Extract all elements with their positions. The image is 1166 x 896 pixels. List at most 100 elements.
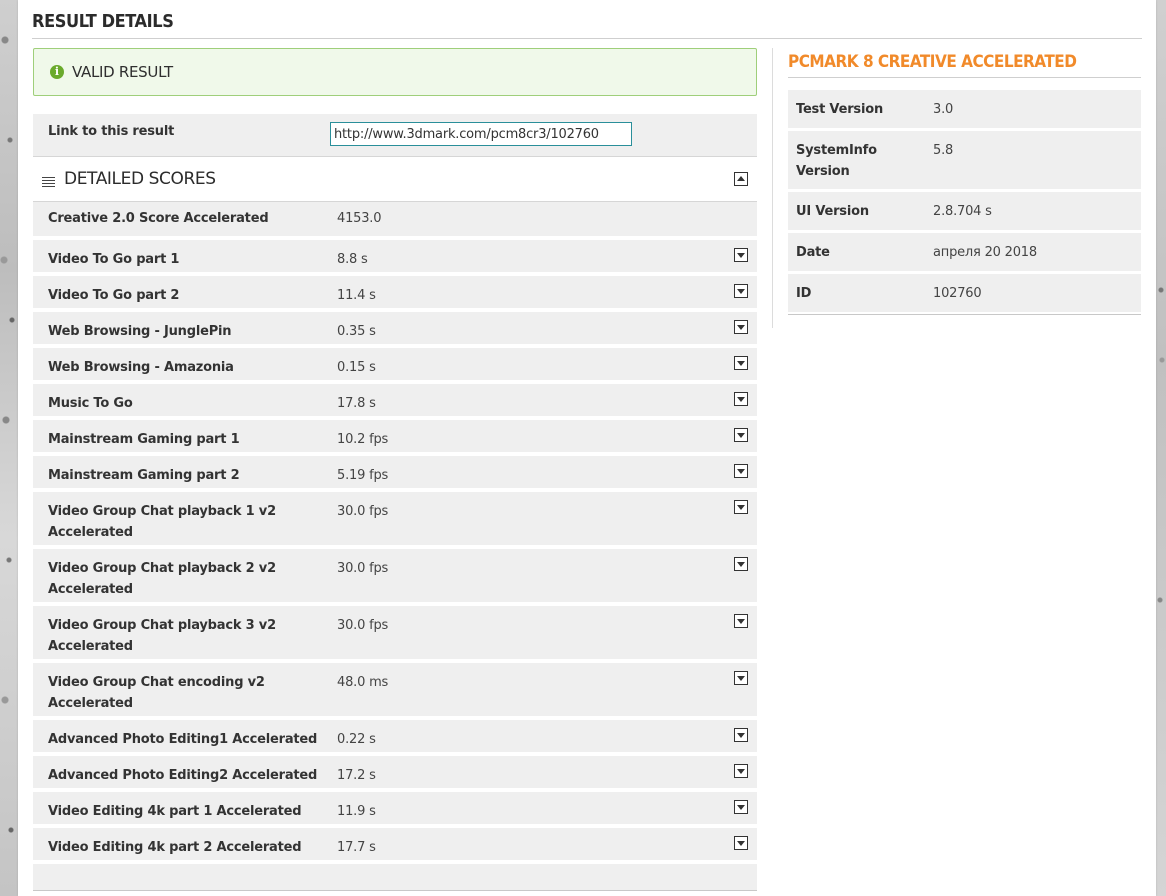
background-texture-right (1156, 0, 1166, 896)
page-title: RESULT DETAILS (32, 11, 174, 32)
detailed-scores-table: Creative 2.0 Score Accelerated 4153.0 Vi… (33, 202, 757, 891)
score-name: Video To Go part 2 (48, 288, 180, 303)
score-row: Web Browsing - JunglePin 0.35 s (33, 312, 757, 344)
info-value: 2.8.704 s (933, 204, 992, 219)
score-row: Mainstream Gaming part 1 10.2 fps (33, 420, 757, 452)
expand-arrow-down-icon[interactable] (734, 557, 748, 571)
score-value: 0.22 s (337, 732, 376, 747)
score-value: 10.2 fps (337, 432, 389, 447)
expand-arrow-down-icon[interactable] (734, 392, 748, 406)
expand-arrow-down-icon[interactable] (734, 836, 748, 850)
info-label: ID (796, 286, 812, 301)
list-icon (42, 177, 55, 187)
title-divider (32, 38, 1142, 39)
info-value: 5.8 (933, 143, 954, 158)
score-row: Video Group Chat playback 1 v2 Accelerat… (33, 492, 757, 545)
expand-arrow-down-icon[interactable] (734, 500, 748, 514)
score-value: 17.2 s (337, 768, 376, 783)
expand-arrow-down-icon[interactable] (734, 764, 748, 778)
score-name: Web Browsing - Amazonia (48, 360, 234, 375)
info-value: 102760 (933, 286, 982, 301)
expand-arrow-down-icon[interactable] (734, 248, 748, 262)
column-divider (772, 48, 773, 328)
info-row-date: Date апреля 20 2018 (788, 233, 1141, 272)
score-value: 30.0 fps (337, 618, 389, 633)
left-column: i VALID RESULT Link to this result DETAI… (33, 48, 757, 891)
result-link-input[interactable] (330, 122, 632, 146)
expand-arrow-down-icon[interactable] (734, 464, 748, 478)
expand-arrow-down-icon[interactable] (734, 428, 748, 442)
benchmark-title: PCMARK 8 CREATIVE ACCELERATED (788, 52, 1077, 72)
score-name: Music To Go (48, 396, 133, 411)
score-name: Video Group Chat playback 1 v2 Accelerat… (48, 504, 276, 540)
score-row: Mainstream Gaming part 2 5.19 fps (33, 456, 757, 488)
score-row: Advanced Photo Editing1 Accelerated 0.22… (33, 720, 757, 752)
benchmark-info-bottom-divider (788, 314, 1141, 315)
info-value: 3.0 (933, 102, 954, 117)
expand-arrow-down-icon[interactable] (734, 800, 748, 814)
score-value: 8.8 s (337, 252, 368, 267)
score-value: 4153.0 (337, 211, 382, 226)
score-name: Video Group Chat playback 2 v2 Accelerat… (48, 561, 276, 597)
info-label: Test Version (796, 102, 883, 117)
expand-arrow-down-icon[interactable] (734, 284, 748, 298)
score-name: Video To Go part 1 (48, 252, 180, 267)
score-value: 11.9 s (337, 804, 376, 819)
detailed-scores-header: DETAILED SCORES (33, 157, 757, 202)
score-name: Mainstream Gaming part 2 (48, 468, 240, 483)
info-label: Date (796, 245, 830, 260)
background-texture-left (0, 0, 18, 896)
score-value: 17.8 s (337, 396, 376, 411)
score-row: Video Group Chat playback 3 v2 Accelerat… (33, 606, 757, 659)
score-name: Advanced Photo Editing2 Accelerated (48, 768, 318, 783)
info-row-id: ID 102760 (788, 274, 1141, 313)
score-name: Video Group Chat encoding v2 Accelerated (48, 675, 265, 711)
score-name: Video Editing 4k part 2 Accelerated (48, 840, 302, 855)
score-value: 0.35 s (337, 324, 376, 339)
expand-arrow-down-icon[interactable] (734, 356, 748, 370)
score-row: Music To Go 17.8 s (33, 384, 757, 416)
score-name: Advanced Photo Editing1 Accelerated (48, 732, 318, 747)
info-label: UI Version (796, 204, 869, 219)
score-summary-row: Creative 2.0 Score Accelerated 4153.0 (33, 202, 757, 236)
scores-footer-bar (33, 864, 757, 891)
score-row: Advanced Photo Editing2 Accelerated 17.2… (33, 756, 757, 788)
score-row: Video Group Chat encoding v2 Accelerated… (33, 663, 757, 716)
expand-arrow-down-icon[interactable] (734, 728, 748, 742)
result-details-panel: RESULT DETAILS i VALID RESULT Link to th… (18, 0, 1156, 896)
result-link-label: Link to this result (48, 124, 175, 139)
score-row: Video To Go part 2 11.4 s (33, 276, 757, 308)
score-name: Video Editing 4k part 1 Accelerated (48, 804, 302, 819)
score-name: Web Browsing - JunglePin (48, 324, 232, 339)
info-row-test-version: Test Version 3.0 (788, 90, 1141, 129)
benchmark-title-divider (788, 77, 1141, 78)
result-link-row: Link to this result (33, 114, 757, 157)
score-value: 5.19 fps (337, 468, 389, 483)
score-value: 30.0 fps (337, 561, 389, 576)
valid-result-banner: i VALID RESULT (33, 48, 757, 96)
score-row: Video To Go part 1 8.8 s (33, 240, 757, 272)
score-row: Video Editing 4k part 1 Accelerated 11.9… (33, 792, 757, 824)
expand-arrow-down-icon[interactable] (734, 614, 748, 628)
expand-arrow-down-icon[interactable] (734, 671, 748, 685)
score-row: Video Group Chat playback 2 v2 Accelerat… (33, 549, 757, 602)
score-value: 48.0 ms (337, 675, 389, 690)
score-name: Video Group Chat playback 3 v2 Accelerat… (48, 618, 276, 654)
score-name: Mainstream Gaming part 1 (48, 432, 240, 447)
right-column: PCMARK 8 CREATIVE ACCELERATED Test Versi… (788, 50, 1141, 315)
score-value: 17.7 s (337, 840, 376, 855)
detailed-scores-title: DETAILED SCORES (64, 169, 216, 189)
score-value: 0.15 s (337, 360, 376, 375)
info-row-systeminfo-version: SystemInfo Version 5.8 (788, 131, 1141, 190)
score-value: 11.4 s (337, 288, 376, 303)
score-value: 30.0 fps (337, 504, 389, 519)
info-icon: i (50, 65, 64, 79)
info-label: SystemInfo Version (796, 143, 877, 179)
info-value: апреля 20 2018 (933, 245, 1037, 260)
expand-arrow-down-icon[interactable] (734, 320, 748, 334)
score-name: Creative 2.0 Score Accelerated (48, 211, 269, 226)
score-row: Video Editing 4k part 2 Accelerated 17.7… (33, 828, 757, 860)
collapse-arrow-up-icon[interactable] (734, 172, 748, 186)
score-row: Web Browsing - Amazonia 0.15 s (33, 348, 757, 380)
valid-result-text: VALID RESULT (72, 63, 173, 81)
